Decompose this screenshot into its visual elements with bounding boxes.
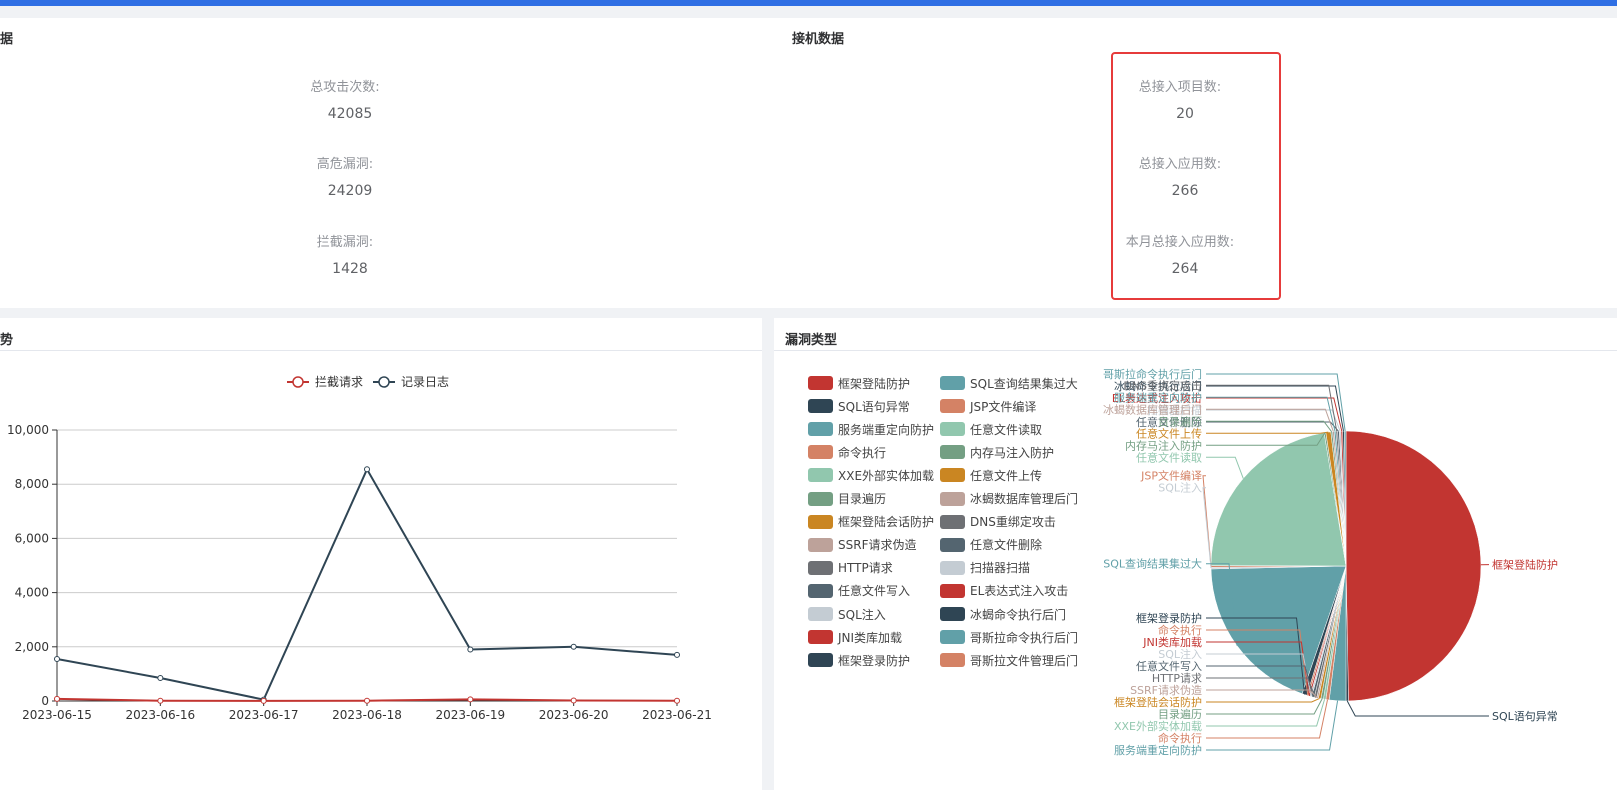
pie-slice-label: DNS重绑定攻击 — [1123, 378, 1202, 392]
pie-slice-label: SQL注入 — [1158, 481, 1202, 495]
label-leader-line — [1206, 700, 1339, 751]
pie-slice-label: SQL查询结果集过大 — [1103, 557, 1202, 571]
label-leader-line — [1206, 384, 1338, 432]
pie-slice-label: 命令执行 — [1158, 731, 1202, 745]
trend-line-chart: 0 2,000 4,000 6,000 8,000 10,000 2023-06-15 202… — [7, 375, 712, 722]
pie-slice-label: 框架登陆防护 — [1492, 558, 1558, 572]
y-tick-label: 8,000 — [15, 477, 49, 491]
data-point — [364, 466, 370, 473]
pie-slice-label: SSRF请求伪造 — [1130, 683, 1202, 697]
legend-marker — [378, 376, 390, 388]
label-leader-line — [1206, 409, 1341, 432]
pie-slice-label: 内存马注入防护 — [1125, 438, 1202, 452]
vuln-divider — [774, 350, 1617, 351]
data-point — [674, 697, 680, 704]
legend-label: 拦截请求 — [315, 375, 363, 389]
total-attacks-value: 42085 — [327, 106, 373, 122]
pie-slice — [1345, 430, 1482, 702]
trend-panel-title: 势 — [0, 333, 14, 348]
label-leader-line — [1206, 431, 1329, 434]
high-risk-vuln-label: 高危漏洞: — [316, 157, 374, 172]
total-apps-label: 总接入应用数: — [1138, 157, 1222, 172]
y-tick-label: 4,000 — [15, 586, 49, 600]
y-tick-label: 10,000 — [7, 423, 49, 437]
label-leader-line — [1206, 420, 1333, 433]
data-point — [674, 651, 680, 658]
x-tick-label: 2023-06-18 — [332, 708, 402, 722]
top-accent-bar — [0, 0, 1617, 6]
series-line — [56, 467, 678, 701]
total-attacks-label: 总攻击次数: — [310, 80, 380, 95]
total-projects-label: 总接入项目数: — [1138, 80, 1222, 95]
pie-slice-label: JNI类库加载 — [1142, 635, 1202, 649]
pie-slice-label: 任意文件写入 — [1136, 659, 1202, 673]
data-point — [364, 697, 370, 704]
left-stats-title: 据 — [0, 32, 14, 47]
data-point — [157, 697, 164, 704]
label-leader-line — [1206, 408, 1334, 432]
label-leader-line — [1206, 699, 1326, 727]
pie-slice-label: SQL注入 — [1158, 647, 1202, 661]
label-leader-line — [1206, 385, 1344, 432]
legend-label: 记录日志 — [401, 375, 449, 389]
data-point — [54, 655, 60, 662]
total-projects-value: 20 — [1176, 106, 1194, 122]
label-leader-line — [1206, 456, 1244, 479]
vuln-type-title: 漏洞类型 — [785, 333, 838, 348]
x-tick-label: 2023-06-16 — [125, 708, 195, 722]
data-point — [570, 697, 577, 704]
pie-slice-label: 任意文件上传 — [1136, 426, 1202, 440]
pie-slice-label: 服务端重定向防护 — [1114, 743, 1202, 757]
data-point — [260, 697, 267, 704]
label-leader-line — [1206, 396, 1336, 432]
label-leader-line — [1206, 698, 1323, 715]
y-tick-label: 0 — [41, 694, 49, 708]
data-point — [54, 695, 60, 702]
total-apps-value: 266 — [1171, 183, 1199, 199]
high-risk-vuln-value: 24209 — [327, 183, 373, 199]
monthly-apps-value: 264 — [1171, 261, 1199, 277]
data-point — [570, 643, 577, 650]
x-tick-label: 2023-06-20 — [539, 708, 609, 722]
x-tick-label: 2023-06-17 — [229, 708, 299, 722]
data-point — [467, 646, 474, 653]
pie-slice-label: 框架登录防护 — [1136, 611, 1202, 625]
pie-slice-label: 任意文件读取 — [1136, 450, 1202, 464]
data-point — [157, 674, 164, 681]
label-leader-line — [1206, 697, 1320, 703]
legend-marker — [292, 376, 304, 388]
blocked-vuln-label: 拦截漏洞: — [316, 235, 374, 250]
vuln-pie-chart: 框架登陆防护SQL语句异常哥斯拉命令执行后门冰蝎命令执行后门EL表达式注入攻击扫… — [1103, 367, 1558, 757]
right-stats-title: 接机数据 — [792, 32, 845, 47]
label-leader-line — [1206, 699, 1328, 739]
y-tick-label: 2,000 — [15, 640, 49, 654]
blocked-vuln-value: 1428 — [332, 261, 368, 277]
x-tick-label: 2023-06-19 — [435, 708, 505, 722]
data-point — [467, 696, 474, 703]
pie-slice-label: 框架登陆会话防护 — [1114, 695, 1202, 709]
pie-slice-label: SQL语句异常 — [1492, 710, 1558, 723]
pie-slice-label: 服务端重定向防护 — [1114, 390, 1202, 404]
label-leader-line — [1206, 421, 1339, 432]
pie-slice-label: XXE外部实体加载 — [1114, 719, 1202, 733]
trend-divider — [0, 350, 762, 351]
label-leader-line — [1202, 487, 1212, 569]
pie-slice-label: 冰蝎数据库管理后门 — [1103, 402, 1202, 416]
stats-panel: 据 接机数据 总攻击次数: 42085 高危漏洞: 24209 拦截漏洞: 14… — [0, 18, 1617, 308]
pie-slice-label: JSP文件编译 — [1140, 469, 1202, 483]
y-tick-label: 6,000 — [15, 531, 49, 545]
x-tick-label: 2023-06-21 — [642, 708, 712, 722]
x-tick-label: 2023-06-15 — [22, 708, 92, 722]
pie-slice — [1210, 432, 1347, 567]
label-leader-line — [1346, 700, 1489, 717]
monthly-apps-label: 本月总接入应用数: — [1125, 235, 1235, 250]
pie-slice-label: 命令执行 — [1158, 623, 1202, 637]
label-leader-line — [1206, 397, 1343, 432]
